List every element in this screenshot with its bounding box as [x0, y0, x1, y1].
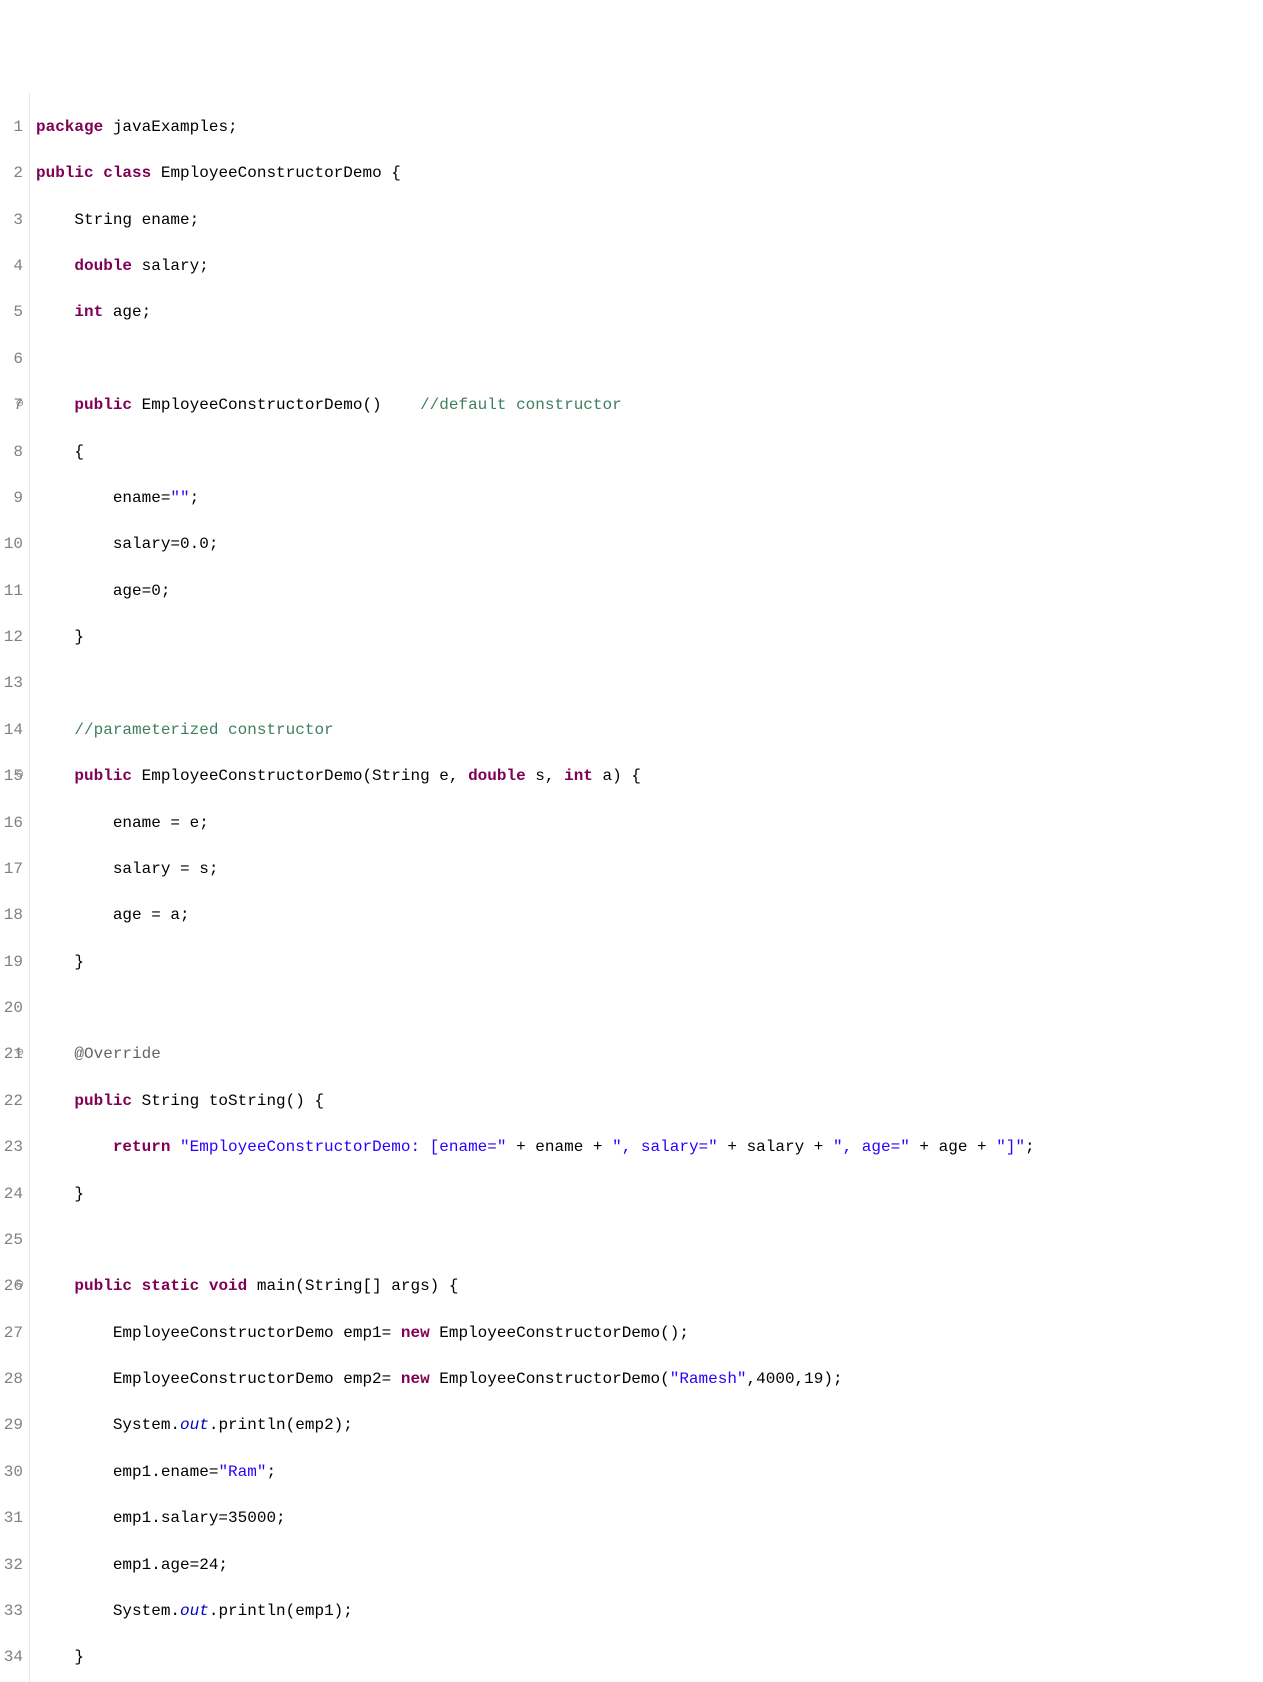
code-line[interactable]: emp1.age=24; — [36, 1554, 1035, 1577]
line-number: 27 — [2, 1322, 23, 1345]
line-number: 30 — [2, 1461, 23, 1484]
code-line[interactable]: public EmployeeConstructorDemo() //defau… — [36, 394, 1035, 417]
code-line[interactable]: salary=0.0; — [36, 533, 1035, 556]
code-line[interactable]: int age; — [36, 301, 1035, 324]
line-number: 9 — [2, 487, 23, 510]
code-line[interactable]: package javaExamples; — [36, 116, 1035, 139]
line-number: 4 — [2, 255, 23, 278]
code-line[interactable]: String ename; — [36, 209, 1035, 232]
line-number: 18 — [2, 904, 23, 927]
line-number: 13 — [2, 672, 23, 695]
code-line[interactable]: age = a; — [36, 904, 1035, 927]
line-number: 25 — [2, 1229, 23, 1252]
code-line[interactable]: public String toString() { — [36, 1090, 1035, 1113]
line-number: 33 — [2, 1600, 23, 1623]
code-line[interactable]: System.out.println(emp1); — [36, 1600, 1035, 1623]
fold-icon[interactable]: ⊖ — [16, 769, 24, 784]
code-line[interactable]: @Override — [36, 1043, 1035, 1066]
code-line[interactable]: } — [36, 1646, 1035, 1669]
line-number: 28 — [2, 1368, 23, 1391]
line-number: 20 — [2, 997, 23, 1020]
line-number: 31 — [2, 1507, 23, 1530]
code-line[interactable] — [36, 348, 1035, 371]
code-line[interactable]: public class EmployeeConstructorDemo { — [36, 162, 1035, 185]
line-number: 5 — [2, 301, 23, 324]
line-number: 8 — [2, 441, 23, 464]
code-line[interactable]: } — [36, 951, 1035, 974]
line-number: 2 — [2, 162, 23, 185]
line-number[interactable]: 21⊖ — [2, 1043, 23, 1066]
line-number: 14 — [2, 719, 23, 742]
line-number: 1 — [2, 116, 23, 139]
code-line[interactable]: emp1.ename="Ram"; — [36, 1461, 1035, 1484]
code-line[interactable]: { — [36, 441, 1035, 464]
fold-icon[interactable]: ⊖ — [16, 398, 24, 413]
line-number: 32 — [2, 1554, 23, 1577]
code-line[interactable] — [36, 997, 1035, 1020]
code-line[interactable]: ename = e; — [36, 812, 1035, 835]
line-number: 6 — [2, 348, 23, 371]
line-number-gutter: 1 2 3 4 5 6 7⊖ 8 9 10 11 12 13 14 15⊖ 16… — [0, 93, 30, 1682]
code-line[interactable]: double salary; — [36, 255, 1035, 278]
code-area[interactable]: package javaExamples; public class Emplo… — [30, 93, 1035, 1682]
code-line[interactable]: public EmployeeConstructorDemo(String e,… — [36, 765, 1035, 788]
line-number[interactable]: 15⊖ — [2, 765, 23, 788]
line-number: 34 — [2, 1646, 23, 1669]
code-line[interactable]: return "EmployeeConstructorDemo: [ename=… — [36, 1136, 1035, 1159]
line-number: 12 — [2, 626, 23, 649]
line-number: 22 — [2, 1090, 23, 1113]
line-number: 29 — [2, 1414, 23, 1437]
code-line[interactable]: } — [36, 626, 1035, 649]
code-line[interactable]: emp1.salary=35000; — [36, 1507, 1035, 1530]
code-line[interactable]: salary = s; — [36, 858, 1035, 881]
code-line[interactable]: } — [36, 1183, 1035, 1206]
line-number: 17 — [2, 858, 23, 881]
fold-icon[interactable]: ⊖ — [16, 1047, 24, 1062]
code-line[interactable]: public static void main(String[] args) { — [36, 1275, 1035, 1298]
line-number[interactable]: 7⊖ — [2, 394, 23, 417]
code-line[interactable]: //parameterized constructor — [36, 719, 1035, 742]
code-line[interactable]: ename=""; — [36, 487, 1035, 510]
fold-icon[interactable]: ⊖ — [16, 1279, 24, 1294]
line-number: 11 — [2, 580, 23, 603]
code-line[interactable]: System.out.println(emp2); — [36, 1414, 1035, 1437]
line-number: 3 — [2, 209, 23, 232]
line-number: 19 — [2, 951, 23, 974]
code-line[interactable]: EmployeeConstructorDemo emp1= new Employ… — [36, 1322, 1035, 1345]
line-number[interactable]: 26⊖ — [2, 1275, 23, 1298]
line-number: 10 — [2, 533, 23, 556]
code-line[interactable] — [36, 1229, 1035, 1252]
line-number: 23 — [2, 1136, 23, 1159]
line-number: 16 — [2, 812, 23, 835]
line-number: 24 — [2, 1183, 23, 1206]
code-editor[interactable]: 1 2 3 4 5 6 7⊖ 8 9 10 11 12 13 14 15⊖ 16… — [0, 93, 1263, 1682]
code-line[interactable] — [36, 672, 1035, 695]
code-line[interactable]: EmployeeConstructorDemo emp2= new Employ… — [36, 1368, 1035, 1391]
code-line[interactable]: age=0; — [36, 580, 1035, 603]
